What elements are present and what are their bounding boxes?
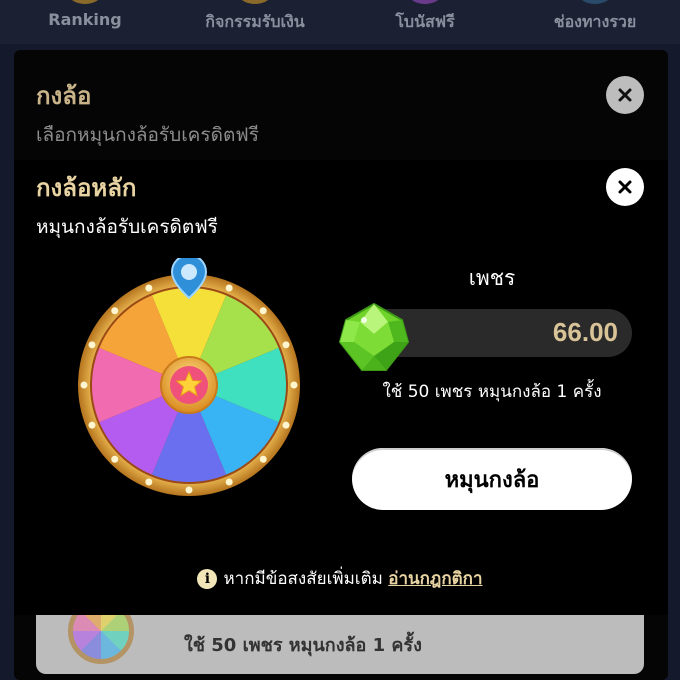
gem-label: เพชร (468, 266, 516, 290)
gem-icon (338, 302, 410, 371)
info-row: i หากมีข้อสงสัยเพิ่มเติม อ่านกฎกติกา (0, 565, 680, 592)
rim-bulb (225, 284, 233, 292)
gift-icon (407, 0, 443, 4)
rim-bulb (185, 486, 193, 494)
nav-item-ranking[interactable]: Ranking (0, 0, 170, 44)
spin-wheel-button[interactable]: หมุนกงล้อ (352, 448, 632, 510)
wheel-card-note: ใช้ 50 เพชร หมุนกงล้อ 1 ครั้ง (184, 635, 422, 656)
rim-bulb (259, 307, 267, 315)
info-text: หากมีข้อสงสัยเพิ่มเติม (223, 569, 383, 589)
prize-wheel[interactable] (76, 258, 302, 498)
nav-item-label: กิจกรรมรับเงิน (205, 12, 305, 31)
rim-bulb (290, 381, 298, 389)
spin-cost-note: ใช้ 50 เพชร หมุนกงล้อ 1 ครั้ง (382, 382, 602, 402)
top-nav: Ranking กิจกรรมรับเงิน โบนัสฟรี ช่องทางร… (0, 0, 680, 44)
rim-bulb (111, 307, 119, 315)
nav-item-activities[interactable]: กิจกรรมรับเงิน (170, 0, 340, 44)
rim-bulb (80, 381, 88, 389)
info-icon: i (197, 569, 218, 589)
close-wheel-list-button[interactable] (606, 76, 644, 114)
rim-bulb (145, 284, 153, 292)
nav-item-rich-channel[interactable]: ช่องทางรวย (510, 0, 680, 44)
rim-bulb (145, 478, 153, 486)
prize-wheel-graphic (78, 258, 300, 496)
coins-icon (237, 0, 273, 4)
rim-bulb (88, 341, 96, 349)
rim-bulb (225, 478, 233, 486)
read-rules-link[interactable]: อ่านกฎกติกา (388, 569, 482, 589)
nav-item-label: ช่องทางรวย (553, 12, 637, 31)
close-icon (618, 180, 632, 194)
nav-item-label: Ranking (48, 10, 122, 29)
trophy-icon (67, 0, 103, 4)
rim-bulb (88, 421, 96, 429)
wheel-card[interactable]: ใช้ 50 เพชร หมุนกงล้อ 1 ครั้ง (36, 598, 644, 674)
nav-item-label: โบนัสฟรี (395, 12, 455, 31)
nav-item-free-bonus[interactable]: โบนัสฟรี (340, 0, 510, 44)
gem-balance-value: 66.00 (552, 317, 618, 347)
rim-bulb (282, 421, 290, 429)
main-wheel-title: กงล้อหลัก (36, 174, 137, 202)
rim-bulb (111, 455, 119, 463)
close-icon (618, 88, 632, 102)
main-wheel-subtitle: หมุนกงล้อรับเครดิตฟรี (36, 216, 218, 238)
wheel-list-title: กงล้อ (36, 82, 92, 110)
rim-bulb (282, 341, 290, 349)
rim-bulb (259, 455, 267, 463)
close-main-wheel-button[interactable] (606, 168, 644, 206)
wheel-list-subtitle: เลือกหมุนกงล้อรับเครดิตฟรี (36, 124, 259, 146)
money-icon (577, 0, 613, 4)
